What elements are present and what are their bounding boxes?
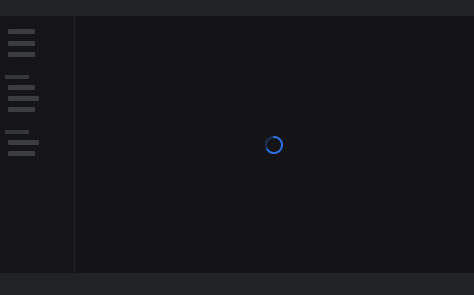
sidebar-skeleton-section-header xyxy=(5,130,29,134)
sidebar-skeleton-item xyxy=(8,41,35,46)
sidebar-skeleton-item xyxy=(8,52,35,57)
sidebar-skeleton-item xyxy=(8,107,35,112)
sidebar-skeleton-item xyxy=(8,29,35,34)
app-window xyxy=(0,0,474,295)
top-bar xyxy=(0,0,474,16)
sidebar-skeleton-item xyxy=(8,85,35,90)
loading-spinner-icon xyxy=(264,135,284,155)
sidebar xyxy=(0,16,75,273)
sidebar-skeleton-item xyxy=(8,140,39,145)
sidebar-skeleton-item xyxy=(8,151,35,156)
sidebar-skeleton-section-header xyxy=(5,75,29,79)
bottom-bar xyxy=(0,273,474,295)
sidebar-skeleton-item xyxy=(8,96,39,101)
loading-spinner-svg xyxy=(265,136,283,154)
